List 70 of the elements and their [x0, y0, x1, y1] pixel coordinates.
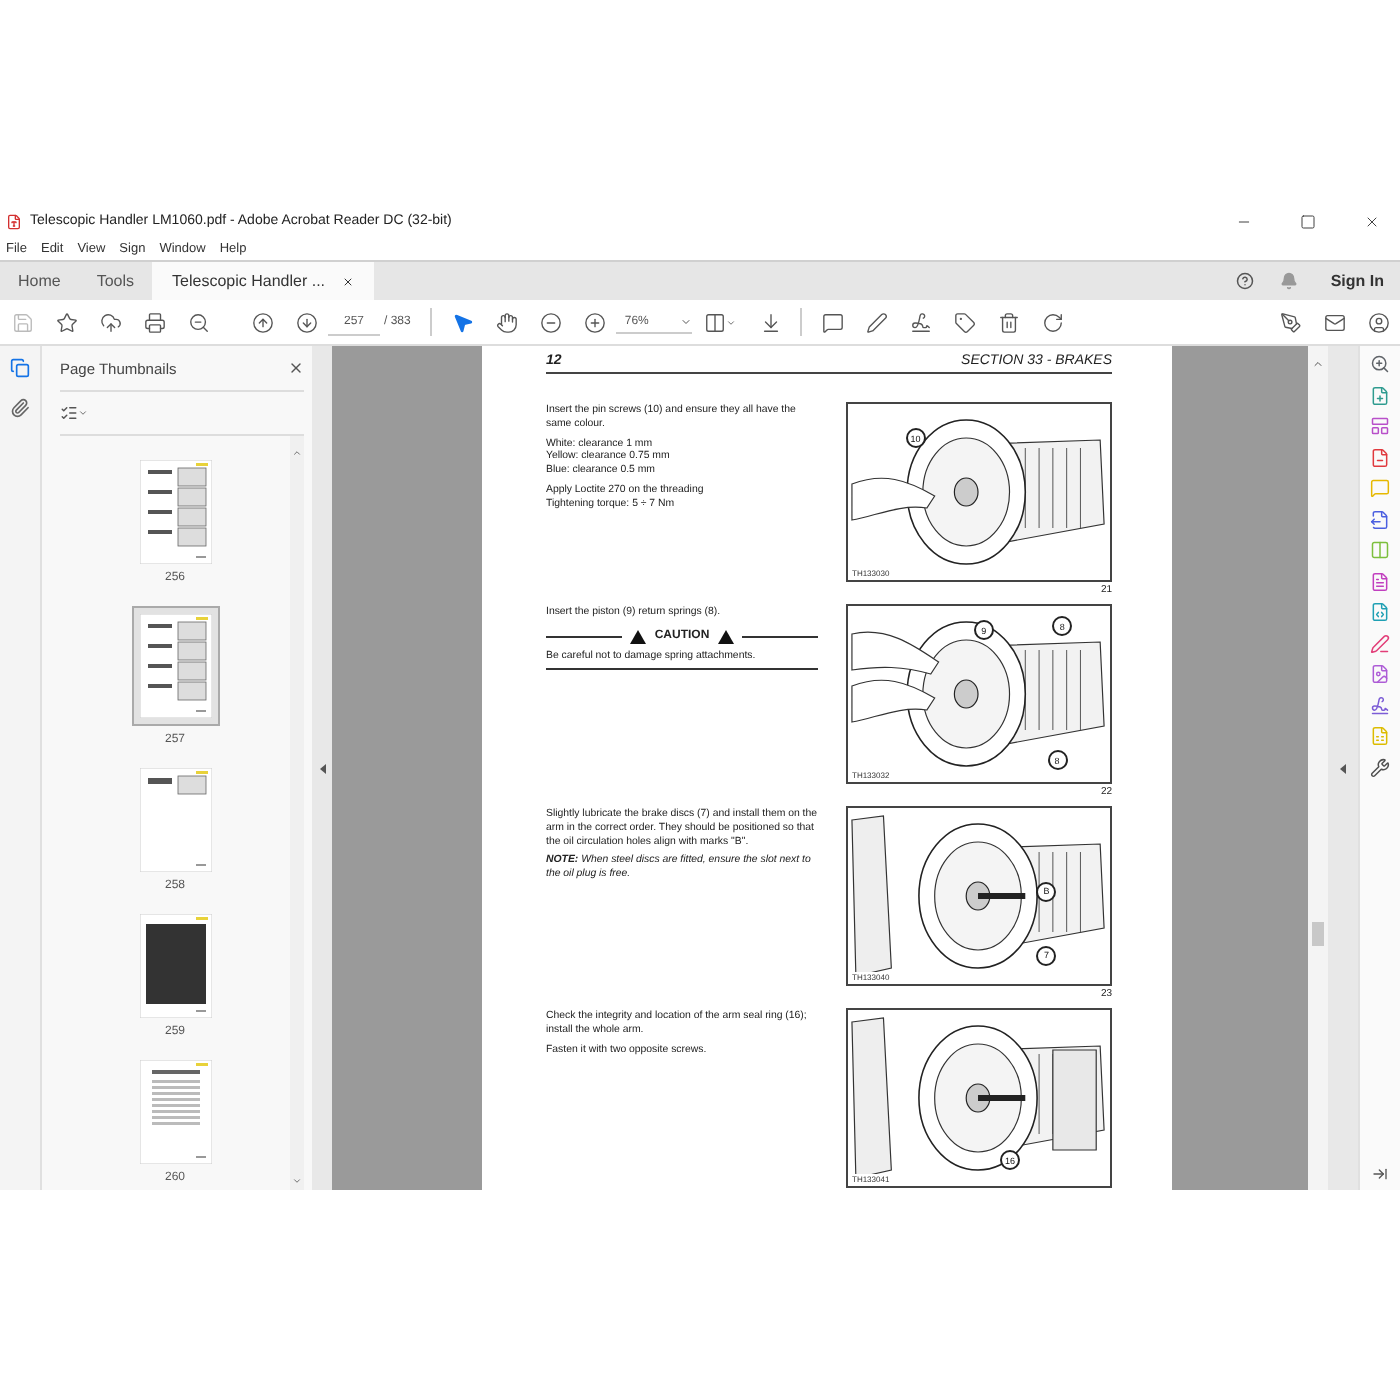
- trash-icon: [997, 311, 1020, 333]
- page-thumbnail[interactable]: [139, 1060, 211, 1164]
- minus-icon: [539, 311, 562, 333]
- star-icon: [55, 311, 77, 333]
- pointer-icon: [451, 311, 474, 333]
- pen-tool-button[interactable]: [1370, 633, 1390, 653]
- tab[interactable]: Telescopic Handler ...: [152, 262, 374, 300]
- file-minus-tool-button[interactable]: [1370, 447, 1390, 467]
- file-image-tool-button[interactable]: [1370, 664, 1390, 684]
- help-icon: [1235, 272, 1254, 290]
- page-thumbnail-drawing: [139, 914, 211, 1018]
- page-thumbnail-drawing: [139, 614, 211, 718]
- page-thumbnail[interactable]: [139, 914, 211, 1018]
- scroll-thumb[interactable]: [1312, 922, 1324, 946]
- pen-icon: [865, 311, 888, 333]
- hand-icon: [495, 311, 518, 333]
- warning-icon: [717, 629, 734, 644]
- bell-icon: [1279, 272, 1298, 290]
- scroll-icon: [759, 311, 782, 333]
- caret-icon: [680, 315, 693, 327]
- comment-icon: [821, 311, 844, 333]
- page-thumbnail[interactable]: [131, 606, 219, 726]
- scroll-up-icon[interactable]: [292, 448, 302, 458]
- page-thumbnail[interactable]: [139, 768, 211, 872]
- signature-tool-button[interactable]: [1370, 695, 1390, 715]
- sign-in-button[interactable]: Sign In: [1310, 262, 1400, 300]
- page-thumbnail-drawing: [139, 1060, 211, 1164]
- document-tool-button[interactable]: [1370, 571, 1390, 591]
- pages-button[interactable]: [6, 354, 34, 382]
- zoom-tool-button[interactable]: [1370, 354, 1390, 374]
- maximize-icon: [1300, 213, 1316, 229]
- close-icon[interactable]: [341, 275, 354, 287]
- caret-icon: [726, 317, 737, 327]
- scroll-down-icon[interactable]: [292, 1176, 302, 1186]
- warning-icon: [630, 629, 647, 644]
- save-icon: [11, 311, 33, 333]
- scrollbar[interactable]: [290, 436, 304, 1190]
- close-icon[interactable]: [288, 360, 304, 376]
- collapse-icon[interactable]: [319, 763, 325, 773]
- rotate-icon: [1041, 311, 1064, 333]
- tab[interactable]: Tools: [78, 262, 153, 300]
- layout-tool-button[interactable]: [1370, 416, 1390, 436]
- pages-icon: [10, 358, 30, 378]
- page-thumbnail-drawing: [139, 460, 211, 564]
- cloud-upload-icon: [99, 311, 121, 333]
- page-thumbnail[interactable]: [139, 460, 211, 564]
- file-export-tool-button[interactable]: [1370, 509, 1390, 529]
- attachments-button[interactable]: [6, 394, 34, 422]
- file-plus-tool-button[interactable]: [1370, 385, 1390, 405]
- print-icon: [143, 311, 165, 333]
- page-fit-icon: [704, 311, 727, 333]
- mail-icon: [1323, 311, 1345, 333]
- wrench-tool-button[interactable]: [1370, 757, 1390, 777]
- paperclip-icon: [10, 398, 30, 418]
- scrollbar[interactable]: [1308, 346, 1328, 1190]
- plus-icon: [583, 311, 606, 333]
- tag-icon: [953, 311, 976, 333]
- user-icon: [1367, 311, 1389, 333]
- pdf-icon: [6, 213, 22, 229]
- zoom-out-icon: [187, 311, 209, 333]
- tab[interactable]: Home: [0, 262, 79, 300]
- signature-icon: [909, 311, 932, 333]
- file-code-tool-button[interactable]: [1370, 602, 1390, 622]
- close-icon: [1364, 213, 1380, 229]
- page-thumbnail-drawing: [139, 768, 211, 872]
- caret-icon[interactable]: [78, 408, 88, 418]
- expand-icon[interactable]: [1372, 1166, 1388, 1182]
- pen-tool-icon: [1279, 311, 1301, 333]
- collapse-icon[interactable]: [1340, 763, 1346, 773]
- options-icon[interactable]: [60, 404, 78, 422]
